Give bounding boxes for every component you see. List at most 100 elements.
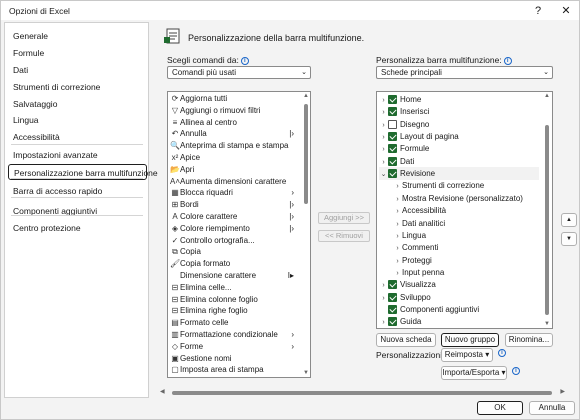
- print-preview-icon: 🔍: [170, 141, 180, 151]
- command-label: Aggiungi o rimuovi filtri: [180, 105, 261, 115]
- reset-dropdown[interactable]: Reimposta ▾: [441, 348, 493, 362]
- command-item[interactable]: ▥Formattazione condizionale ›: [170, 329, 298, 340]
- submenu-arrow-icon: |›: [289, 223, 294, 233]
- command-item[interactable]: ▣Gestione nomi: [170, 353, 298, 364]
- ribbon-tab-item[interactable]: › Sviluppo: [379, 291, 539, 304]
- command-item[interactable]: A Colore carattere |›: [170, 211, 298, 222]
- ribbon-tab-item[interactable]: › Dati: [379, 155, 539, 168]
- tree-item-label: Accessibilità: [402, 206, 447, 216]
- sidebar-item[interactable]: Formule: [5, 45, 148, 61]
- sidebar-item[interactable]: Dati: [5, 62, 148, 78]
- checkbox[interactable]: [388, 304, 397, 314]
- add-button[interactable]: Aggiungi >>: [318, 212, 370, 224]
- command-item[interactable]: x² Apice: [170, 152, 298, 163]
- command-item[interactable]: ▢Imposta area di stampa: [170, 364, 298, 375]
- ribbon-group-item[interactable]: › Dati analitici: [379, 217, 539, 230]
- command-item[interactable]: A˄Aumenta dimensioni carattere: [170, 176, 298, 187]
- ribbon-tab-item[interactable]: › Home: [379, 93, 539, 106]
- command-label: Anteprima di stampa e stampa: [180, 141, 289, 151]
- command-item[interactable]: ▤Formato celle: [170, 317, 298, 328]
- checkbox[interactable]: [388, 119, 397, 129]
- command-item[interactable]: ◇ Forme ›: [170, 341, 298, 352]
- spelling-icon: ✓: [171, 235, 179, 245]
- command-label: Colore carattere: [180, 212, 238, 221]
- chevron-right-icon[interactable]: ›: [379, 316, 388, 328]
- ribbon-group-item[interactable]: › Accessibilità: [379, 204, 539, 217]
- ribbon-group-item[interactable]: › Mostra Revisione (personalizzato): [379, 192, 539, 205]
- ribbon-group-item[interactable]: › Strumenti di correzione: [379, 179, 539, 192]
- command-item[interactable]: ⧉ Copia: [170, 246, 298, 257]
- command-label: Forme: [180, 341, 204, 351]
- sidebar-item[interactable]: Impostazioni avanzate: [5, 147, 148, 163]
- sidebar-item[interactable]: Centro protezione: [5, 220, 148, 236]
- command-item[interactable]: Dimensione carattere I▸: [170, 270, 298, 281]
- checkbox[interactable]: [388, 144, 397, 154]
- ok-button[interactable]: OK: [477, 401, 523, 415]
- info-icon: i: [240, 57, 249, 65]
- ribbon-tab-item[interactable]: › Inserisci: [379, 105, 539, 118]
- new-tab-button[interactable]: Nuova scheda: [376, 333, 436, 347]
- checkbox[interactable]: [388, 317, 397, 327]
- move-up-button[interactable]: ▲: [561, 213, 577, 227]
- commands-list[interactable]: ▲ ▼ ⟳ Aggiorna tutti ▽ Aggiungi o rimuovi f…: [167, 91, 311, 378]
- sidebar-item[interactable]: Componenti aggiuntivi: [5, 203, 148, 219]
- rename-button[interactable]: Rinomina...: [505, 333, 553, 347]
- info-icon: i: [498, 349, 506, 357]
- checkbox[interactable]: [388, 169, 397, 179]
- ribbon-tab-item[interactable]: › Disegno: [379, 118, 539, 131]
- sidebar-item[interactable]: Strumenti di correzione: [5, 79, 148, 95]
- checkbox[interactable]: [388, 95, 397, 104]
- checkbox[interactable]: [388, 132, 397, 142]
- command-item[interactable]: ▽ Aggiungi o rimuovi filtri: [170, 105, 298, 116]
- command-item[interactable]: ⊟ Elimina righe foglio: [170, 305, 298, 316]
- ribbon-group-item[interactable]: › Proteggi: [379, 254, 539, 267]
- command-item[interactable]: 📂Apri: [170, 164, 298, 175]
- command-item[interactable]: ⊞ Bordi |›: [170, 199, 298, 210]
- ribbon-tab-item[interactable]: › Guida: [379, 315, 539, 328]
- command-item[interactable]: ≡ Allinea al centro: [170, 117, 298, 128]
- command-label: Annulla: [180, 129, 207, 139]
- tree-item-label: Inserisci: [400, 107, 430, 117]
- close-button[interactable]: ✕: [555, 3, 577, 19]
- sidebar-item[interactable]: Accessibilità: [5, 129, 148, 145]
- checkbox[interactable]: [388, 107, 397, 117]
- sidebar-item[interactable]: Lingua: [5, 112, 148, 128]
- import-export-dropdown[interactable]: Importa/Esporta ▾: [441, 366, 507, 380]
- commands-scrollbar[interactable]: ▲ ▼: [302, 92, 310, 377]
- sidebar-item[interactable]: Generale: [5, 28, 148, 44]
- command-item[interactable]: 🖌Copia formato: [170, 258, 298, 269]
- command-item[interactable]: ⟳ Aggiorna tutti: [170, 93, 298, 104]
- tree-scrollbar[interactable]: ▲ ▼: [543, 92, 551, 328]
- ribbon-group-item[interactable]: › Commenti: [379, 241, 539, 254]
- command-item[interactable]: 🔍Anteprima di stampa e stampa: [170, 140, 298, 151]
- checkbox[interactable]: [388, 292, 397, 302]
- command-label: Copia: [180, 247, 201, 257]
- ribbon-tab-item[interactable]: › Layout di pagina: [379, 130, 539, 143]
- command-item[interactable]: ◈ Colore riempimento |›: [170, 223, 298, 234]
- checkbox[interactable]: [388, 280, 397, 290]
- remove-button[interactable]: << Rimuovi: [318, 230, 370, 242]
- command-item[interactable]: ⊟ Elimina celle...: [170, 282, 298, 293]
- tree-item-label: Componenti aggiuntivi: [400, 304, 480, 314]
- help-button[interactable]: ?: [527, 3, 549, 19]
- command-item[interactable]: ↶ Annulla |›: [170, 128, 298, 139]
- command-item[interactable]: ✓ Controllo ortografia...: [170, 235, 298, 246]
- dialog-horizontal-scrollbar[interactable]: ◀ ▶: [160, 389, 565, 397]
- checkbox[interactable]: [388, 156, 397, 166]
- ribbon-tabs-tree[interactable]: ▲ ▼ › Home › Inserisci › Disegno › Layout di pa…: [376, 91, 553, 329]
- font-grow-icon: A˄: [170, 176, 181, 186]
- command-item[interactable]: ▦Blocca riquadri ›: [170, 187, 298, 198]
- cancel-button[interactable]: Annulla: [529, 401, 575, 415]
- customize-ribbon-combo[interactable]: Schede principali ⌄: [376, 66, 553, 79]
- move-down-button[interactable]: ▼: [561, 232, 577, 246]
- ribbon-group-item[interactable]: › Lingua: [379, 229, 539, 242]
- new-group-button[interactable]: Nuovo gruppo: [441, 333, 499, 347]
- ribbon-tab-item[interactable]: › Formule: [379, 142, 539, 155]
- sidebar-item[interactable]: Salvataggio: [5, 96, 148, 112]
- ribbon-tab-item[interactable]: ⌄ Revisione: [379, 167, 539, 181]
- ribbon-group-item[interactable]: › Input penna: [379, 266, 539, 279]
- ribbon-tab-item[interactable]: Componenti aggiuntivi: [379, 303, 539, 316]
- choose-commands-combo[interactable]: Comandi più usati ⌄: [167, 66, 311, 79]
- ribbon-tab-item[interactable]: › Visualizza: [379, 278, 539, 291]
- command-item[interactable]: ⊟ Elimina colonne foglio: [170, 294, 298, 305]
